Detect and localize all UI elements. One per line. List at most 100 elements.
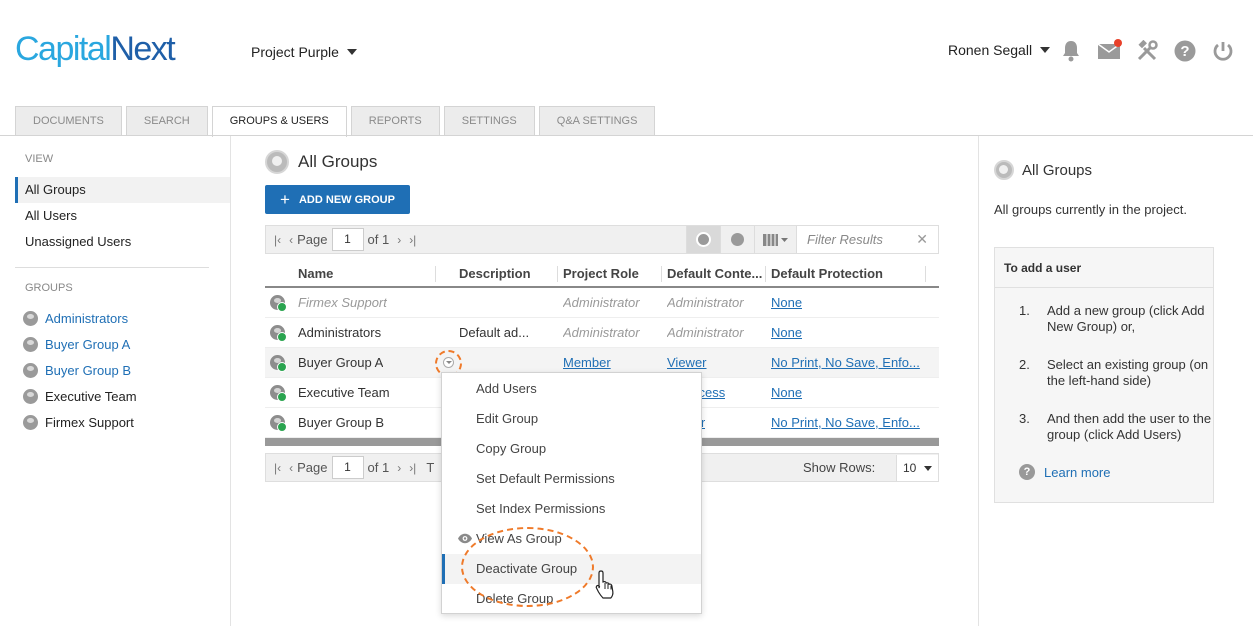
row-protection-link[interactable]: No Print, No Save, Enfo... — [771, 415, 923, 430]
notification-dot — [1114, 39, 1122, 47]
show-rows-value: 10 — [903, 461, 917, 475]
group-active-icon — [270, 415, 287, 432]
groups-section-label: GROUPS — [25, 282, 73, 294]
sidebar-item-all-groups[interactable]: All Groups — [15, 177, 230, 203]
tools-icon[interactable] — [1134, 38, 1160, 64]
show-rows-select[interactable]: 10 — [896, 455, 938, 481]
chevron-down-icon — [924, 465, 932, 471]
help-box: To add a user 1. Add a new group (click … — [994, 247, 1214, 503]
menu-item-edit-group[interactable]: Edit Group — [442, 404, 701, 434]
row-name: Buyer Group B — [298, 415, 384, 430]
capitalnext-logo[interactable]: CapitalNext — [15, 30, 176, 69]
tab-settings[interactable]: SETTINGS — [443, 106, 535, 136]
menu-item-set-default-permissions[interactable]: Set Default Permissions — [442, 464, 701, 494]
first-page-icon[interactable]: |‹ — [274, 461, 281, 475]
column-header-default-protection[interactable]: Default Protection — [771, 266, 883, 281]
sidebar-item-all-users[interactable]: All Users — [15, 203, 230, 229]
menu-item-set-index-permissions[interactable]: Set Index Permissions — [442, 494, 701, 524]
bell-icon[interactable] — [1058, 38, 1084, 64]
row-content: Administrator — [667, 325, 744, 340]
top-toolbar: |‹ ‹ Page 1 of 1 › ›| Filter Results ✕ — [265, 225, 939, 254]
row-name: Firmex Support — [298, 295, 387, 310]
sidebar-group-administrators[interactable]: Administrators — [23, 311, 128, 326]
group-active-icon — [270, 355, 287, 372]
page-label: Page — [297, 232, 328, 247]
sidebar-group-executive-team[interactable]: Executive Team — [23, 389, 137, 404]
highlight-ring — [461, 527, 594, 607]
filter-results-input[interactable]: Filter Results ✕ — [796, 226, 938, 253]
row-protection-link[interactable]: No Print, No Save, Enfo... — [771, 355, 923, 370]
right-panel-border — [978, 136, 979, 626]
row-content: Administrator — [667, 295, 744, 310]
menu-item-add-users[interactable]: Add Users — [442, 374, 701, 404]
tab-search[interactable]: SEARCH — [125, 106, 208, 136]
first-page-icon[interactable]: |‹ — [274, 233, 281, 247]
table-row[interactable]: Administrators Default ad... Administrat… — [265, 318, 939, 348]
menu-item-copy-group[interactable]: Copy Group — [442, 434, 701, 464]
sidebar-group-buyer-a[interactable]: Buyer Group A — [23, 337, 130, 352]
sidebar-border — [230, 136, 231, 626]
column-header-description[interactable]: Description — [459, 266, 531, 281]
group-view-toggle[interactable] — [686, 226, 720, 253]
power-icon[interactable] — [1210, 38, 1236, 64]
row-protection-link[interactable]: None — [771, 325, 802, 340]
tab-groups-users[interactable]: GROUPS & USERS — [211, 106, 347, 137]
row-protection-link[interactable]: None — [771, 385, 802, 400]
tab-documents[interactable]: DOCUMENTS — [15, 106, 122, 136]
project-selector[interactable]: Project Purple — [251, 44, 357, 60]
row-protection-link[interactable]: None — [771, 295, 802, 310]
column-header-default-content[interactable]: Default Conte... — [667, 266, 762, 281]
right-panel-description: All groups currently in the project. — [994, 202, 1187, 217]
tab-qa-settings[interactable]: Q&A SETTINGS — [538, 106, 656, 136]
column-header-project-role[interactable]: Project Role — [563, 266, 639, 281]
learn-more-label: Learn more — [1044, 464, 1111, 480]
sidebar-divider — [15, 267, 209, 268]
tab-divider — [0, 135, 1253, 136]
last-page-icon[interactable]: ›| — [409, 233, 416, 247]
row-role: Administrator — [563, 325, 640, 340]
group-icon — [23, 389, 38, 404]
step-text: Select an existing group (on the left-ha… — [1047, 357, 1209, 388]
view-section-label: VIEW — [25, 153, 54, 165]
mail-icon[interactable] — [1096, 38, 1122, 64]
next-page-icon[interactable]: › — [397, 233, 401, 247]
row-role: Administrator — [563, 295, 640, 310]
prev-page-icon[interactable]: ‹ — [289, 461, 293, 475]
column-separator — [661, 266, 662, 282]
add-new-group-button[interactable]: + ADD NEW GROUP — [265, 185, 410, 214]
columns-toggle[interactable] — [754, 226, 796, 253]
group-icon — [23, 363, 38, 378]
group-label: Executive Team — [45, 389, 137, 404]
group-active-icon — [270, 385, 287, 402]
group-active-icon — [270, 325, 287, 342]
row-name: Executive Team — [298, 385, 390, 400]
learn-more-link[interactable]: ? Learn more — [1019, 464, 1110, 480]
column-separator — [557, 266, 558, 282]
pointer-hand-icon — [595, 570, 614, 599]
main-tabs: DOCUMENTS SEARCH GROUPS & USERS REPORTS … — [15, 106, 656, 137]
user-menu[interactable]: Ronen Segall — [948, 42, 1051, 58]
pager-trailing-text: T — [426, 460, 435, 475]
prev-page-icon[interactable]: ‹ — [289, 233, 293, 247]
row-content-link[interactable]: Viewer — [667, 355, 707, 370]
user-view-toggle[interactable] — [720, 226, 754, 253]
help-icon[interactable]: ? — [1172, 38, 1198, 64]
group-icon — [23, 337, 38, 352]
group-active-icon — [270, 295, 287, 312]
tab-reports[interactable]: REPORTS — [350, 106, 440, 136]
last-page-icon[interactable]: ›| — [409, 461, 416, 475]
column-header-name[interactable]: Name — [298, 266, 333, 281]
table-row[interactable]: Firmex Support Administrator Administrat… — [265, 288, 939, 318]
page-input[interactable]: 1 — [331, 456, 364, 479]
sidebar-group-buyer-b[interactable]: Buyer Group B — [23, 363, 131, 378]
page-input[interactable]: 1 — [331, 228, 364, 251]
logo-part-2: Next — [110, 30, 175, 68]
row-role-link[interactable]: Member — [563, 355, 611, 370]
sidebar-item-unassigned-users[interactable]: Unassigned Users — [15, 229, 230, 255]
group-label: Firmex Support — [45, 415, 134, 430]
sidebar-group-firmex-support[interactable]: Firmex Support — [23, 415, 134, 430]
group-icon — [23, 311, 38, 326]
next-page-icon[interactable]: › — [397, 461, 401, 475]
eye-icon — [458, 533, 472, 544]
clear-filter-icon[interactable]: ✕ — [916, 231, 928, 248]
